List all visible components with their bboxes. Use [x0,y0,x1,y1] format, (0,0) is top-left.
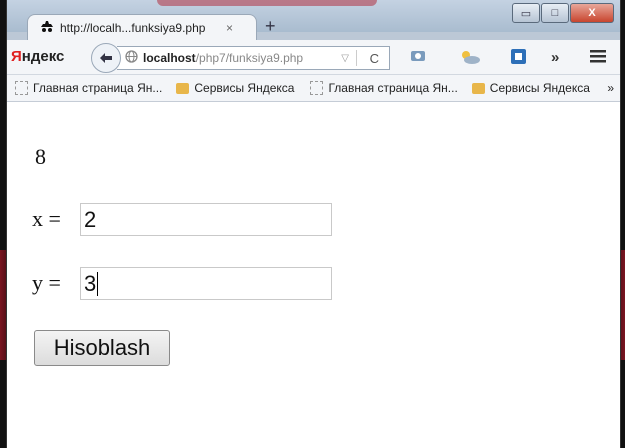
back-button[interactable] [91,43,121,73]
bookmarks-toolbar: Главная страница Ян... Сервисы Яндекса Г… [7,75,620,102]
y-label: y = [32,270,61,295]
globe-icon [125,50,138,66]
incognito-icon [40,20,54,36]
text-caret [97,271,99,296]
page-content: 8 x = 2 y = 3 Hisoblash [7,102,620,448]
close-window-button[interactable]: X [570,3,614,23]
bookmark-item[interactable]: Сервисы Яндекса [466,81,590,95]
maximize-button[interactable]: □ [541,3,569,23]
history-dropdown-icon[interactable]: ▽ [341,53,349,64]
weather-icon[interactable] [459,49,481,69]
minimize-button[interactable]: ▭ [512,3,540,23]
address-bar[interactable]: localhost/php7/funksiya9.php ▽ C [117,46,390,70]
folder-icon [471,82,485,94]
folder-icon [176,82,190,94]
bookmark-item[interactable]: Главная страница Ян... [302,81,458,95]
screenshot-icon[interactable] [410,49,426,67]
caption-buttons: ▭ □ X [511,3,614,23]
back-arrow-icon [100,53,112,63]
x-label: x = [32,206,61,231]
menu-icon[interactable] [590,49,606,67]
tab-close-icon[interactable]: × [226,21,233,35]
url-path: /php7/funksiya9.php [195,51,304,65]
hisoblash-button[interactable]: Hisoblash [34,330,170,366]
x-input[interactable]: 2 [80,203,332,236]
title-glow [157,0,377,6]
browser-window: ▭ □ X http://localh...funksiya9.php × + … [6,0,621,448]
tab-title: http://localh...funksiya9.php [60,21,206,35]
reload-icon[interactable]: C [370,51,379,66]
page-icon [15,81,28,95]
result-text: 8 [35,144,46,169]
url-divider [356,50,357,66]
page-icon [310,81,324,95]
tab-funksiya9[interactable]: http://localh...funksiya9.php × [27,14,257,41]
bookmark-item[interactable]: Главная страница Ян... [7,81,162,95]
overflow-chevron-icon[interactable]: » [551,49,559,66]
bookmarks-more-icon[interactable]: » [607,81,614,95]
url-host: localhost [143,51,196,65]
extension-icon[interactable] [511,49,526,68]
navigation-bar: Яндекс localhost/php7/funksiya9.php ▽ C … [7,40,620,75]
y-input[interactable]: 3 [80,267,332,300]
yandex-logo[interactable]: Яндекс [11,48,64,65]
bookmark-item[interactable]: Сервисы Яндекса [170,81,294,95]
new-tab-button[interactable]: + [265,16,276,37]
